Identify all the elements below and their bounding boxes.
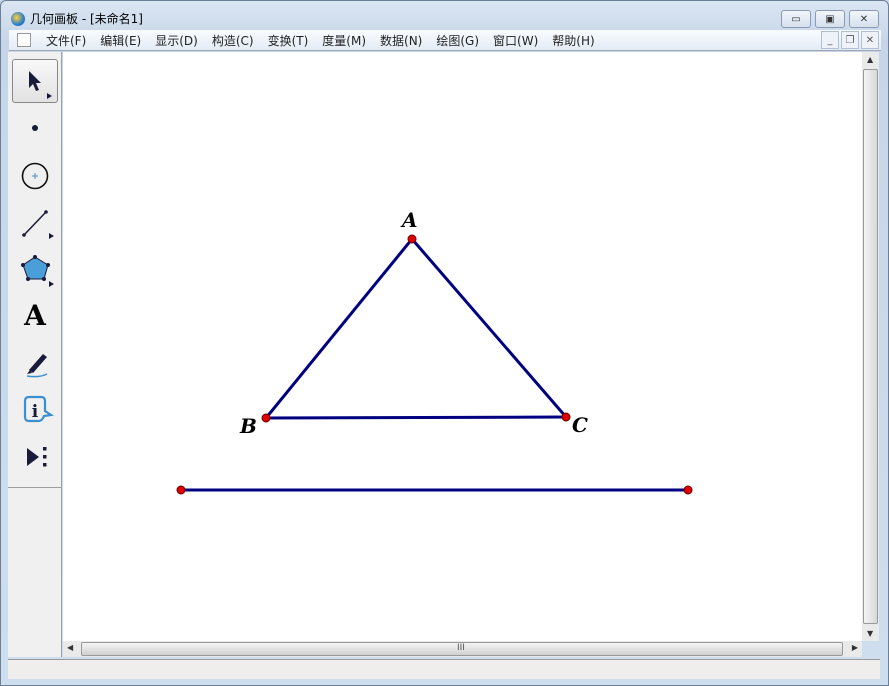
minimize-button[interactable]: ▭	[781, 10, 811, 28]
circle-icon	[21, 162, 49, 190]
scroll-left-arrow[interactable]: ◀	[67, 643, 73, 652]
arrow-tool[interactable]	[12, 59, 58, 103]
window-title: 几何画板 - [未命名1]	[30, 12, 143, 26]
menu-help[interactable]: 帮助(H)	[545, 32, 601, 49]
menu-measure[interactable]: 度量(M)	[315, 32, 373, 49]
doc-minimize-button[interactable]: _	[821, 31, 839, 49]
segment-BC[interactable]	[265, 415, 567, 420]
text-icon: A	[24, 298, 46, 332]
scroll-right-arrow[interactable]: ▶	[852, 643, 858, 652]
status-bar	[8, 659, 880, 679]
menu-data[interactable]: 数据(N)	[373, 32, 429, 49]
close-button[interactable]: ✕	[849, 10, 879, 28]
label-B[interactable]: B	[240, 414, 257, 438]
segment-icon	[22, 210, 54, 239]
info-icon: i	[23, 395, 55, 423]
maximize-button[interactable]: ▣	[815, 10, 845, 28]
doc-close-button[interactable]: ✕	[861, 31, 879, 49]
segment-AB[interactable]	[264, 238, 414, 419]
label-A[interactable]: A	[402, 208, 418, 232]
menu-file[interactable]: 文件(F)	[39, 32, 93, 49]
menu-construct[interactable]: 构造(C)	[205, 32, 261, 49]
menu-graph[interactable]: 绘图(G)	[429, 32, 486, 49]
compass-tool[interactable]	[12, 152, 58, 196]
menu-transform[interactable]: 变换(T)	[261, 32, 316, 49]
polygon-icon	[21, 255, 54, 287]
segment-AC[interactable]	[410, 238, 568, 418]
app-icon	[11, 11, 25, 26]
horizontal-scroll-thumb[interactable]: III	[81, 642, 843, 656]
straightedge-tool[interactable]	[12, 199, 58, 243]
text-tool[interactable]: A	[12, 293, 58, 337]
point-C[interactable]	[561, 412, 571, 422]
sketch-drawing	[176, 234, 693, 495]
sketch-canvas[interactable]: A B C	[63, 52, 862, 641]
point-E[interactable]	[683, 485, 693, 495]
scroll-up-arrow[interactable]: ▲	[867, 55, 873, 64]
menu-bar: 文件(F) 编辑(E) 显示(D) 构造(C) 变换(T) 度量(M) 数据(N…	[9, 30, 881, 51]
marker-icon	[26, 354, 48, 378]
arrow-icon	[29, 71, 52, 99]
menu-display[interactable]: 显示(D)	[148, 32, 205, 49]
menu-window[interactable]: 窗口(W)	[486, 32, 545, 49]
title-bar: 几何画板 - [未命名1]	[11, 10, 143, 27]
menu-edit[interactable]: 编辑(E)	[93, 32, 148, 49]
marker-tool[interactable]	[12, 340, 58, 384]
scroll-down-arrow[interactable]: ▼	[867, 629, 873, 638]
polygon-tool[interactable]	[12, 246, 58, 290]
custom-tool-icon	[27, 447, 47, 467]
point-B[interactable]	[261, 413, 271, 423]
point-tool[interactable]	[12, 105, 58, 149]
point-A[interactable]	[407, 234, 417, 244]
horizontal-scrollbar[interactable]: ◀ III ▶	[63, 641, 862, 657]
point-D[interactable]	[176, 485, 186, 495]
vertical-scroll-thumb[interactable]	[863, 69, 878, 624]
custom-tool[interactable]	[12, 434, 58, 478]
label-C[interactable]: C	[572, 413, 588, 437]
toolbox-empty	[8, 488, 62, 657]
information-tool[interactable]: i	[12, 387, 58, 431]
toolbox: A i	[8, 52, 62, 488]
scroll-grip: III	[457, 643, 465, 653]
svg-text:i: i	[32, 402, 39, 422]
document-icon[interactable]	[17, 33, 31, 47]
doc-restore-button[interactable]: ❐	[841, 31, 859, 49]
vertical-scrollbar[interactable]: ▲ ▼	[862, 52, 879, 641]
point-icon	[32, 125, 38, 131]
